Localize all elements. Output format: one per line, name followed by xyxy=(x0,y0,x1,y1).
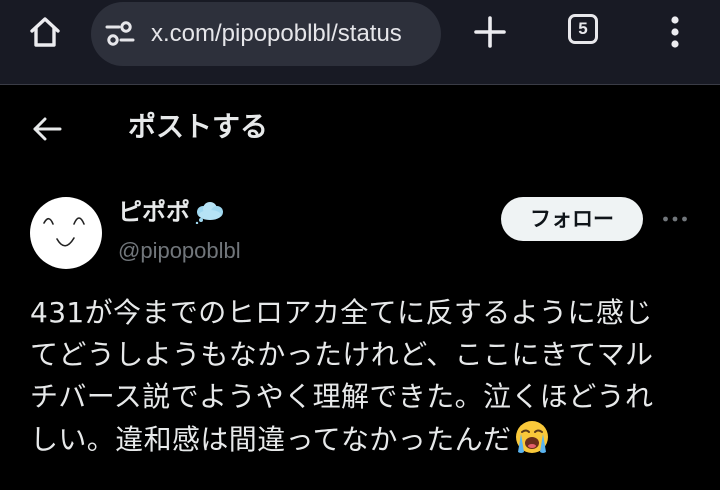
address-bar[interactable]: x.com/pipopoblbl/status xyxy=(91,2,441,66)
tab-switcher-button[interactable]: 5 xyxy=(568,14,598,44)
display-name-row[interactable]: ピポポ xyxy=(118,194,226,230)
post-text-line: 431が今までのヒロアカ全てに反するように感じ xyxy=(30,296,653,329)
browser-toolbar: x.com/pipopoblbl/status 5 xyxy=(0,0,720,84)
horizontal-dots-icon[interactable] xyxy=(660,208,690,230)
post-text-last-line: しい。違和感は間違ってなかったんだ xyxy=(30,418,700,460)
avatar[interactable] xyxy=(30,197,102,269)
follow-button[interactable]: フォロー xyxy=(501,197,643,241)
vertical-dots-icon[interactable] xyxy=(660,12,690,52)
username[interactable]: @pipopoblbl xyxy=(118,236,241,266)
url-text[interactable]: x.com/pipopoblbl/status xyxy=(151,16,433,52)
loudly-crying-face-icon xyxy=(513,418,551,456)
arrow-left-icon[interactable] xyxy=(30,114,64,144)
post-text-line: てどうしようもなかったけれど、ここにきてマル xyxy=(30,338,654,371)
post-text-line: チバース説でようやく理解できた。泣くほどうれ xyxy=(30,380,654,413)
post-text: 431が今までのヒロアカ全てに反するように感じ てどうしようもなかったけれど、こ… xyxy=(30,292,700,460)
toolbar-divider xyxy=(0,84,720,85)
tune-icon[interactable] xyxy=(105,20,135,48)
plus-icon[interactable] xyxy=(470,12,510,52)
thought-cloud-emoji-icon xyxy=(194,200,226,225)
page-title: ポストする xyxy=(128,110,269,143)
display-name[interactable]: ピポポ xyxy=(118,195,190,229)
post-text-line: しい。違和感は間違ってなかったんだ xyxy=(30,423,512,456)
home-icon[interactable] xyxy=(22,12,68,52)
